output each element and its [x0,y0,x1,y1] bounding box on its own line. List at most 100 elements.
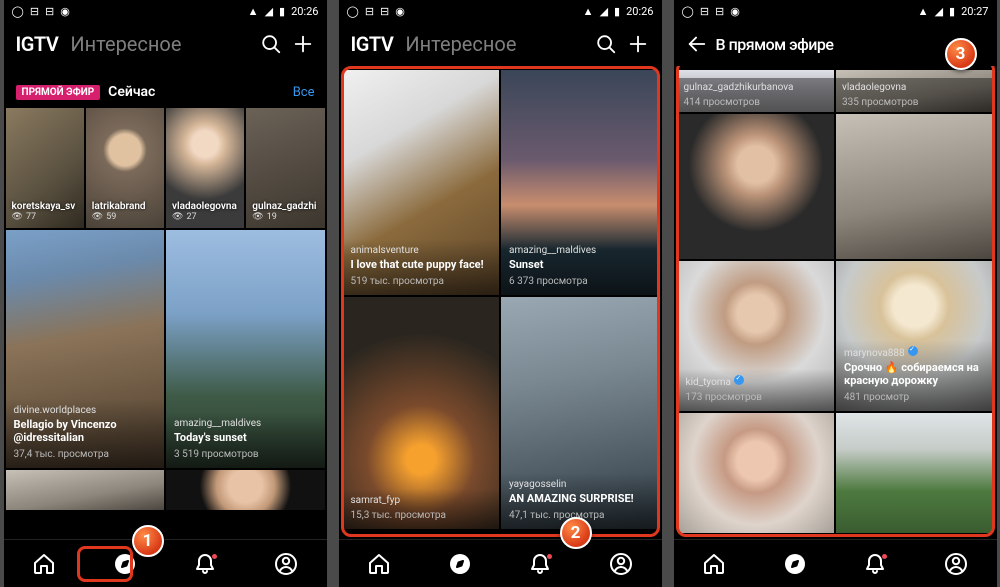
nav-profile-icon[interactable] [943,551,969,577]
nav-activity-icon[interactable] [192,551,218,577]
live-username: koretskaya_sv [12,201,78,212]
video-tile[interactable]: yayagosselin AN AMAZING SURPRISE! 47,1 т… [501,297,658,529]
phone-screen-2: ◯⊟⊟◉ ▲◢▮20:26 IGTV Интересное animalsven… [339,0,662,587]
video-tile[interactable] [166,470,325,510]
search-icon[interactable] [594,32,618,56]
step-badge-2: 2 [560,517,592,549]
live-view-count: 👁 27 [172,212,238,222]
clock: 20:26 [626,5,653,18]
nav-profile-icon[interactable] [608,551,634,577]
verified-icon [734,375,744,385]
igtv-feed[interactable]: divine.worldplaces Bellagio by Vincenzo … [4,228,327,539]
bottom-nav [674,539,997,587]
step-badge-1: 1 [132,525,164,557]
igtv-header: IGTV Интересное [4,22,327,66]
video-tile[interactable]: animalsventure I love that cute puppy fa… [343,70,500,295]
tile-title: I love that cute puppy face! [351,258,492,272]
live-see-all[interactable]: Все [293,85,315,100]
video-tile[interactable] [6,470,165,510]
live-section-header: ПРЯМОЙ ЭФИР Сейчас Все [4,66,327,108]
igtv-header: IGTV Интересное [339,22,662,66]
status-bar: ◯⊟⊟◉ ▲◢▮20:27 [674,0,997,22]
phone-screen-1: ◯ ⊟ ⊟ ◉ ▲ ◢ ▮ 20:26 IGTV Интересное ПРЯМ… [4,0,327,587]
status-icon: ⊟ [45,5,54,18]
back-icon[interactable] [686,32,708,56]
video-tile[interactable]: amazing__maldives Today's sunset 3 519 п… [166,230,325,468]
notification-dot [882,554,887,559]
live-tile-header[interactable]: gulnaz_gadzhikurbanova 414 просмотров [678,70,835,112]
verified-icon [908,346,918,356]
nav-home-icon[interactable] [366,551,392,577]
notification-dot [212,554,217,559]
live-tile-header[interactable]: vladaolegovna 335 просмотров [836,70,993,112]
nav-home-icon[interactable] [701,551,727,577]
live-card[interactable]: koretskaya_sv 👁 77 [6,108,84,228]
tile-username: divine.worldplaces [14,405,157,416]
notification-dot [547,554,552,559]
add-icon[interactable] [626,32,650,56]
live-view-count: 👁 77 [12,212,78,222]
video-tile[interactable]: divine.worldplaces Bellagio by Vincenzo … [6,230,165,468]
tile-title: Today's sunset [174,431,317,445]
clock: 20:26 [291,5,318,18]
live-tile[interactable] [678,114,835,259]
nav-home-icon[interactable] [31,551,57,577]
tile-views: 3 519 просмотров [174,449,317,460]
igtv-title: IGTV [351,32,394,56]
live-card[interactable]: vladaolegovna 👁 27 [166,108,244,228]
live-username: gulnaz_gadzhi [252,201,318,212]
nav-explore-icon[interactable] [112,551,138,577]
nav-activity-icon[interactable] [527,551,553,577]
status-bar: ◯ ⊟ ⊟ ◉ ▲ ◢ ▮ 20:26 [4,0,327,22]
live-tile[interactable] [678,413,835,533]
tile-username: vladaolegovna [842,82,987,93]
search-icon[interactable] [259,32,283,56]
phone-screen-3: ◯⊟⊟◉ ▲◢▮20:27 В прямом эфире gulnaz_gadz… [674,0,997,587]
live-strip[interactable]: koretskaya_sv 👁 77 latrikabrand 👁 59 vla… [4,108,327,228]
step-badge-3: 3 [945,38,977,70]
status-icon: ⊟ [30,5,39,18]
wifi-icon: ▲ [248,5,259,18]
tile-username: marynova888 [844,346,985,359]
tile-views: 335 просмотров [842,97,987,108]
tile-views: 15,3 тыс. просмотра [351,510,492,521]
tile-views: 414 просмотров [684,97,829,108]
shazam-icon: ◉ [60,5,70,18]
igtv-feed[interactable]: animalsventure I love that cute puppy fa… [339,66,662,539]
video-tile[interactable]: samrat_fyp 15,3 тыс. просмотра [343,297,500,529]
tile-username: gulnaz_gadzhikurbanova [684,82,829,93]
tile-username: kid_tyoma [686,375,827,388]
live-username: latrikabrand [92,201,158,212]
nav-activity-icon[interactable] [862,551,888,577]
tile-title: Срочно 🔥 собираемся на красную дорожку [844,361,985,389]
live-now-label: Сейчас [108,84,155,100]
bottom-nav [4,539,327,587]
nav-explore-icon[interactable] [447,551,473,577]
igtv-subtitle[interactable]: Интересное [70,32,181,56]
live-view-count: 👁 19 [252,212,318,222]
live-feed[interactable]: gulnaz_gadzhikurbanova 414 просмотров vl… [674,66,997,539]
live-tile[interactable]: kid_tyoma 173 просмотров [678,261,835,411]
live-tile[interactable] [836,413,993,533]
live-card[interactable]: gulnaz_gadzhi 👁 19 [246,108,324,228]
tile-username: amazing__maldives [174,418,317,429]
live-tile[interactable]: marynova888 Срочно 🔥 собираемся на красн… [836,261,993,411]
nav-explore-icon[interactable] [782,551,808,577]
tile-title: AN AMAZING SURPRISE! [509,492,650,506]
live-card[interactable]: latrikabrand 👁 59 [86,108,164,228]
tile-views: 481 просмотр [844,392,985,403]
signal-icon: ◢ [265,5,273,18]
add-icon[interactable] [291,32,315,56]
live-tile[interactable] [836,114,993,259]
igtv-title: IGTV [16,32,59,56]
tile-title: Bellagio by Vincenzo @idressitalian [14,418,157,446]
tile-username: amazing__maldives [509,245,650,256]
nav-profile-icon[interactable] [273,551,299,577]
video-tile[interactable]: amazing__maldives Sunset 6 373 просмотра [501,70,658,295]
igtv-subtitle[interactable]: Интересное [405,32,516,56]
live-page-title: В прямом эфире [716,35,834,54]
tile-views: 173 просмотров [686,392,827,403]
tile-username: yayagosselin [509,479,650,490]
tile-views: 519 тыс. просмотра [351,276,492,287]
tile-views: 37,4 тыс. просмотра [14,449,157,460]
